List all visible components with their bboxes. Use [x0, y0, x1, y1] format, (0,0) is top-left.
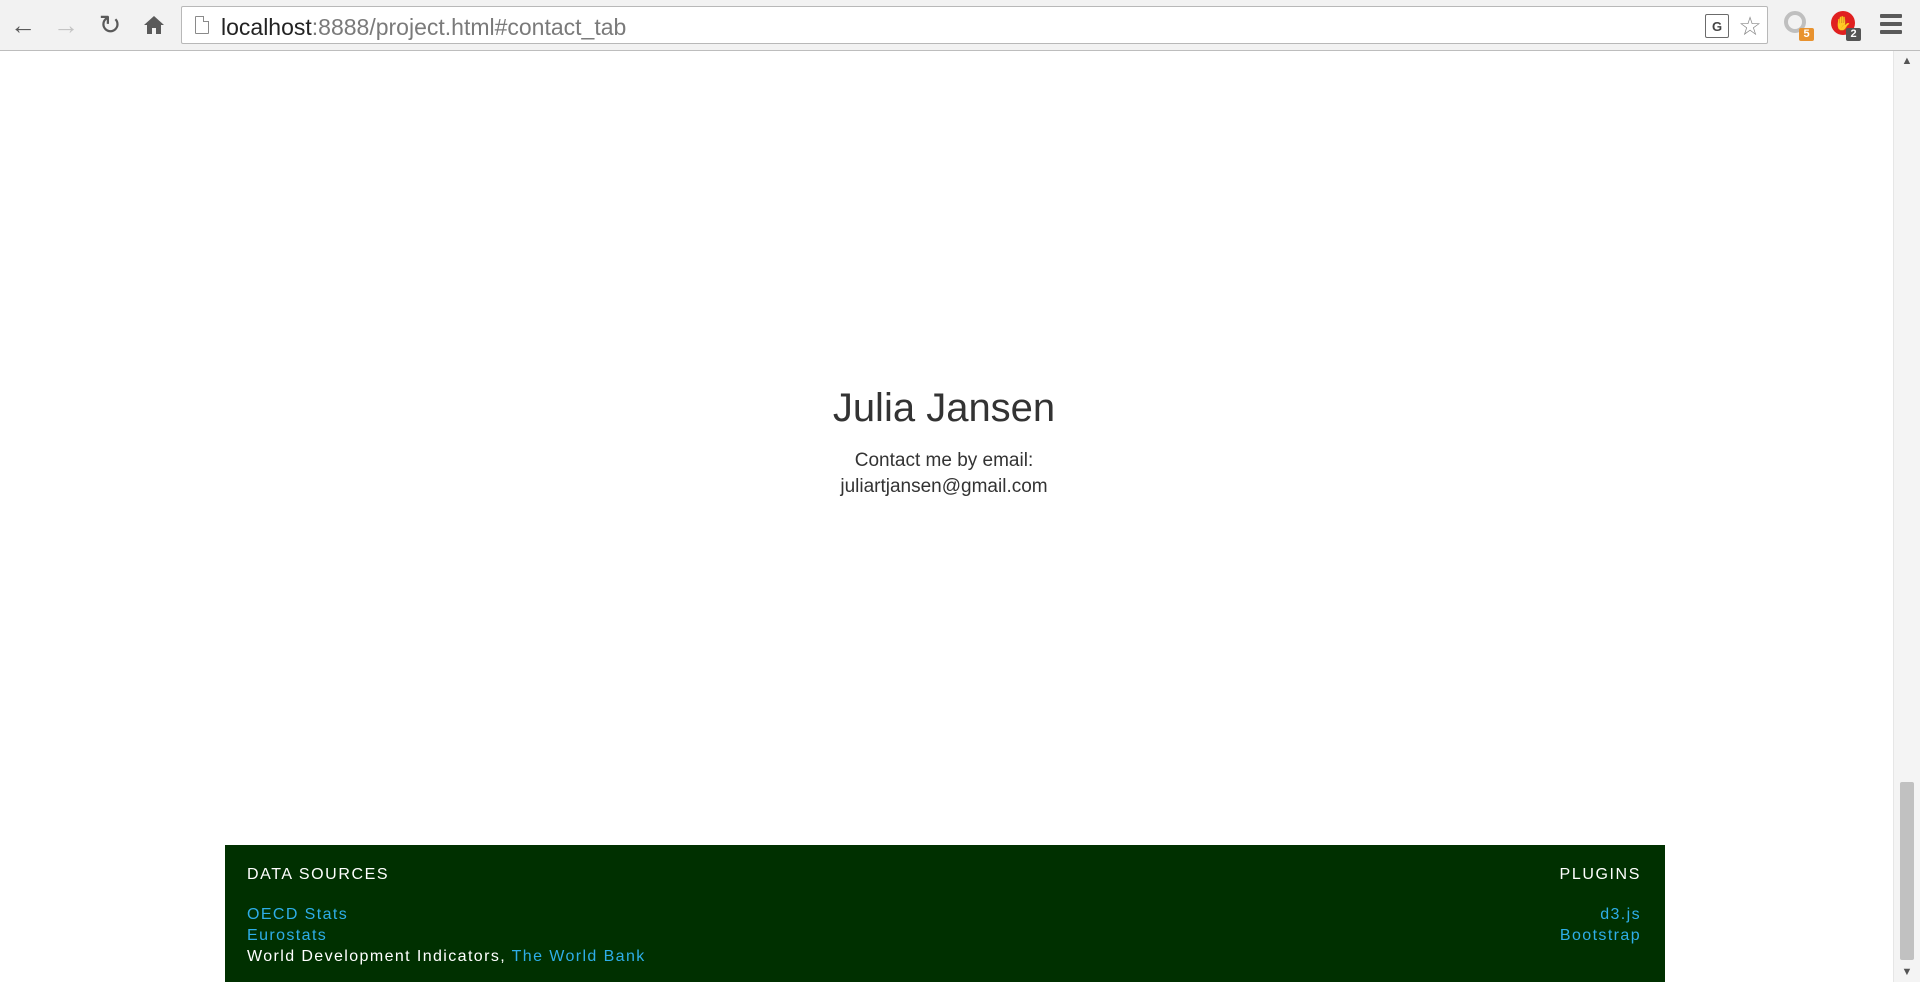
- back-icon[interactable]: ←: [6, 7, 40, 43]
- extension-badge: 5: [1799, 28, 1814, 41]
- reload-icon[interactable]: ↻: [93, 7, 127, 43]
- wdi-line: World Development Indicators, The World …: [247, 946, 646, 967]
- contact-email: juliartjansen@gmail.com: [840, 476, 1048, 497]
- url-host: localhost: [221, 14, 312, 40]
- wdi-text: World Development Indicators,: [247, 948, 512, 965]
- extension-badge: 2: [1846, 28, 1861, 41]
- browser-menu-icon[interactable]: [1880, 14, 1902, 34]
- url-text[interactable]: localhost:8888/project.html#contact_tab: [221, 14, 626, 41]
- bookmark-star-icon[interactable]: ☆: [1737, 11, 1763, 41]
- page-icon: [195, 16, 209, 34]
- adblock-extension-icon[interactable]: ✋ 2: [1831, 11, 1861, 41]
- oecd-stats-link[interactable]: OECD Stats: [247, 906, 348, 923]
- contact-section: Julia Jansen Contact me by email: juliar…: [0, 380, 1888, 500]
- forward-icon[interactable]: →: [49, 7, 83, 43]
- scroll-down-icon[interactable]: ▼: [1894, 962, 1920, 982]
- bootstrap-link[interactable]: Bootstrap: [1560, 927, 1641, 944]
- contact-name: Julia Jansen: [832, 386, 1056, 430]
- scroll-up-icon[interactable]: ▲: [1894, 51, 1920, 71]
- eurostats-link[interactable]: Eurostats: [247, 927, 327, 944]
- url-path: :8888/project.html#contact_tab: [311, 14, 627, 40]
- page-scrollbar[interactable]: ▲ ▼: [1893, 51, 1920, 982]
- plugins-column: PLUGINS d3.js Bootstrap: [1560, 866, 1641, 946]
- browser-toolbar: ← → ↻ localhost:8888/project.html#contac…: [0, 0, 1920, 51]
- d3js-link[interactable]: d3.js: [1600, 906, 1641, 923]
- world-bank-link[interactable]: The World Bank: [512, 948, 646, 965]
- data-sources-column: DATA SOURCES OECD Stats Eurostats World …: [247, 866, 646, 967]
- plugins-heading: PLUGINS: [1559, 866, 1641, 883]
- footer: DATA SOURCES OECD Stats Eurostats World …: [225, 845, 1665, 982]
- address-bar[interactable]: localhost:8888/project.html#contact_tab …: [181, 6, 1768, 44]
- data-sources-heading: DATA SOURCES: [247, 866, 390, 883]
- contact-prompt: Contact me by email:: [854, 450, 1034, 471]
- home-icon[interactable]: [137, 7, 171, 43]
- translate-icon[interactable]: G: [1705, 14, 1729, 38]
- scroll-thumb[interactable]: [1900, 782, 1914, 960]
- ring-extension-icon[interactable]: 5: [1784, 11, 1814, 41]
